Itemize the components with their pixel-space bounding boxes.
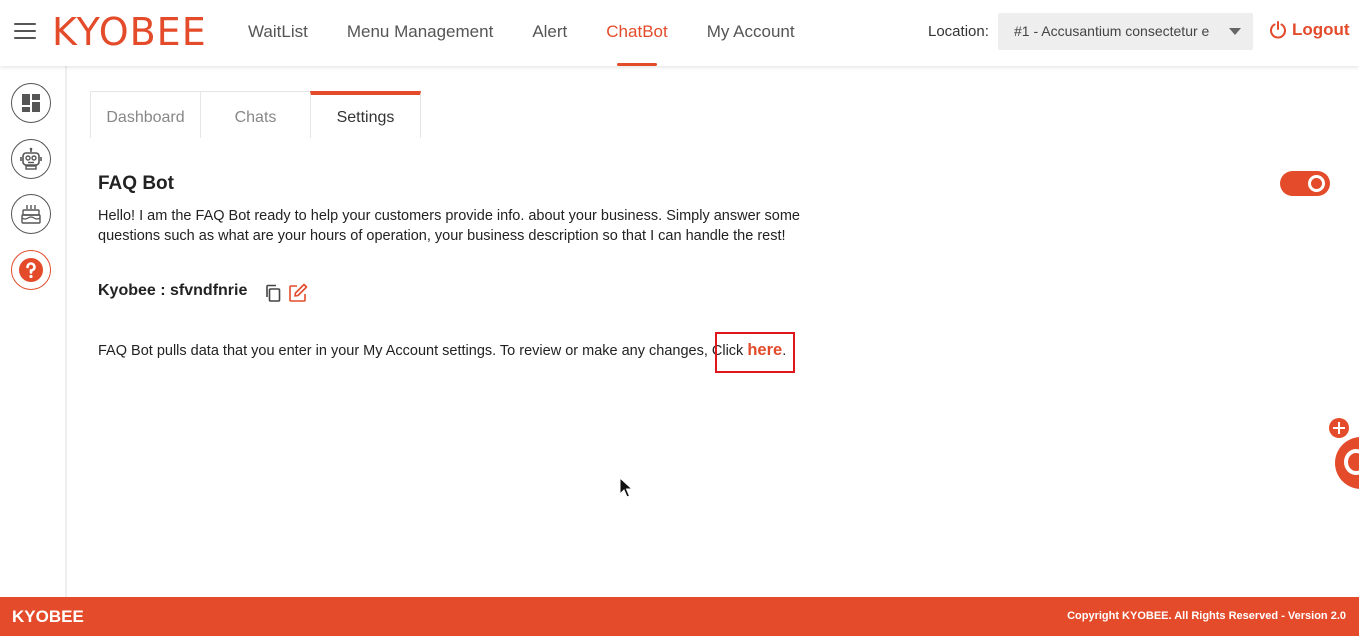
- nav-menu-management[interactable]: Menu Management: [347, 0, 493, 66]
- floating-add-icon[interactable]: [1329, 418, 1349, 438]
- edit-icon[interactable]: [288, 283, 308, 308]
- toggle-knob: [1308, 175, 1325, 192]
- hamburger-menu-icon[interactable]: [14, 23, 36, 41]
- caret-down-icon: [1229, 28, 1241, 35]
- faq-bot-title: FAQ Bot: [98, 173, 174, 194]
- footer-brand: KYOBEE: [12, 607, 84, 626]
- location-label: Location:: [928, 23, 989, 40]
- nav-my-account[interactable]: My Account: [707, 0, 795, 66]
- robot-icon: [20, 147, 42, 170]
- faq-info-prefix: FAQ Bot pulls data that you enter in you…: [98, 343, 748, 359]
- main-nav: WaitList Menu Management Alert ChatBot M…: [248, 0, 834, 66]
- faq-bot-description: Hello! I am the FAQ Bot ready to help yo…: [98, 208, 800, 244]
- sidebar-dashboard-button[interactable]: [11, 83, 51, 123]
- tab-chats[interactable]: Chats: [200, 91, 311, 138]
- floating-chat-button[interactable]: [1335, 437, 1359, 489]
- location-select-value: #1 - Accusantium consectetur e: [1014, 23, 1210, 39]
- here-link[interactable]: here: [747, 341, 782, 359]
- location-select[interactable]: #1 - Accusantium consectetur e: [998, 13, 1253, 50]
- chat-bubble-icon: [1344, 449, 1359, 475]
- power-icon: [1270, 21, 1286, 39]
- sidebar-chatbot-button[interactable]: [11, 139, 51, 179]
- help-icon: [19, 258, 43, 282]
- kyobee-logo[interactable]: KYOBEE: [52, 9, 207, 55]
- tab-dashboard[interactable]: Dashboard: [90, 91, 201, 138]
- sidebar-help-button[interactable]: [11, 250, 51, 290]
- logout-label: Logout: [1292, 20, 1350, 39]
- dashboard-icon: [22, 94, 40, 112]
- faq-bot-toggle[interactable]: [1280, 171, 1330, 196]
- nav-waitlist[interactable]: WaitList: [248, 0, 308, 66]
- copy-icon[interactable]: [264, 284, 282, 307]
- bot-name: Kyobee : sfvndfnrie: [98, 282, 248, 299]
- footer-copyright: Copyright KYOBEE. All Rights Reserved - …: [1067, 610, 1346, 622]
- faq-info-text: FAQ Bot pulls data that you enter in you…: [98, 341, 786, 360]
- cake-icon: [21, 205, 41, 224]
- footer: KYOBEE Copyright KYOBEE. All Rights Rese…: [0, 597, 1359, 636]
- mouse-cursor-icon: [619, 477, 633, 498]
- sidebar-birthday-button[interactable]: [11, 194, 51, 234]
- tab-settings[interactable]: Settings: [310, 91, 421, 138]
- chatbot-tabs: Dashboard Chats Settings: [90, 91, 421, 138]
- nav-chatbot[interactable]: ChatBot: [606, 0, 668, 66]
- top-header: KYOBEE WaitList Menu Management Alert Ch…: [0, 0, 1359, 66]
- logout-button[interactable]: Logout: [1268, 20, 1350, 40]
- nav-alert[interactable]: Alert: [532, 0, 567, 66]
- faq-info-suffix: .: [782, 343, 787, 359]
- left-sidebar: [0, 66, 67, 597]
